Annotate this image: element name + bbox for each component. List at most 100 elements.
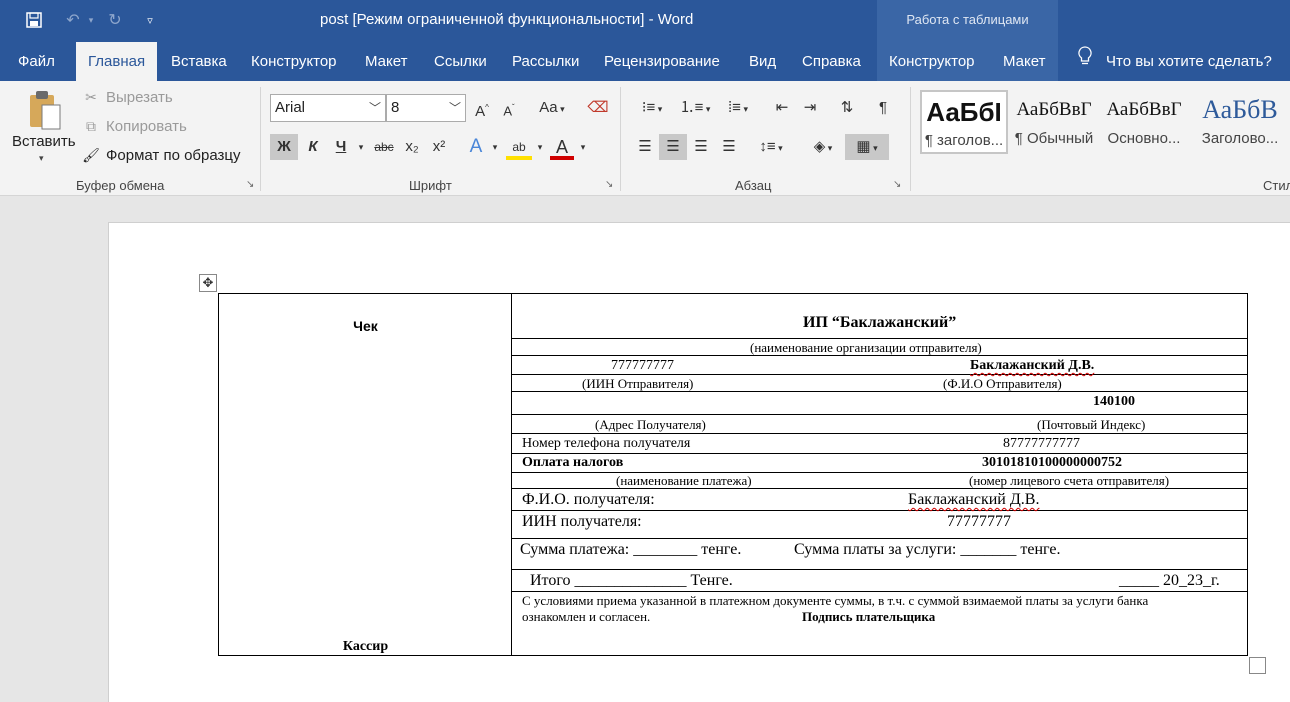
- save-icon[interactable]: [23, 9, 45, 31]
- numbering-button[interactable]: ⒈≡ ▾: [675, 95, 715, 121]
- increase-indent-icon[interactable]: ⇥: [799, 95, 821, 121]
- cheque-label: Чек: [353, 318, 378, 334]
- shrink-font-button[interactable]: Aˇ: [499, 95, 519, 121]
- style-body-text[interactable]: АаБбВвГ Основно...: [1100, 90, 1188, 154]
- subscript-button[interactable]: x₂: [401, 134, 423, 160]
- group-divider: [620, 87, 621, 191]
- style-name: ¶ Обычный: [1014, 130, 1094, 147]
- text-effects-dropdown-icon[interactable]: ▾: [489, 134, 501, 160]
- sender-iin[interactable]: 777777777: [611, 358, 674, 374]
- lightbulb-icon: [1074, 42, 1096, 81]
- tab-table-layout[interactable]: Макет: [991, 42, 1057, 81]
- table-move-handle-icon[interactable]: ✥: [199, 274, 217, 292]
- show-formatting-marks-icon[interactable]: ¶: [872, 95, 894, 121]
- borders-button[interactable]: ▦ ▾: [845, 134, 889, 160]
- copy-button[interactable]: ⧉ Копировать: [82, 118, 187, 135]
- organization-name[interactable]: ИП “Баклажанский”: [803, 314, 956, 332]
- customize-quick-access-icon[interactable]: ▿: [139, 9, 161, 31]
- recipient-iin[interactable]: 77777777: [947, 513, 1011, 531]
- font-size-value: 8: [391, 99, 400, 116]
- underline-button[interactable]: Ч: [330, 134, 352, 160]
- payment-caption: (наименование платежа): [616, 473, 752, 488]
- address-caption: (Адрес Получателя): [595, 417, 706, 432]
- font-size-dropdown[interactable]: 8 ﹀: [386, 94, 466, 122]
- table-resize-handle-icon[interactable]: [1249, 657, 1266, 674]
- italic-button[interactable]: К: [302, 134, 324, 160]
- account-number[interactable]: 30101810100000000752: [982, 455, 1122, 471]
- tab-mailings[interactable]: Рассылки: [500, 42, 591, 81]
- organization-caption: (наименование организации отправителя): [750, 340, 982, 355]
- row-divider: [512, 374, 1247, 375]
- change-case-button[interactable]: Aa ▾: [535, 95, 569, 121]
- tab-table-design[interactable]: Конструктор: [877, 42, 987, 81]
- text-effects-button[interactable]: A: [464, 134, 488, 160]
- style-normal[interactable]: АаБбВвГ ¶ Обычный: [1010, 90, 1098, 154]
- decrease-indent-icon[interactable]: ⇤: [771, 95, 793, 121]
- font-color-button[interactable]: A: [550, 134, 574, 160]
- clear-formatting-icon[interactable]: ⌫: [586, 95, 610, 121]
- group-divider: [910, 87, 911, 191]
- date-line[interactable]: _____ 20_23_г.: [1119, 572, 1220, 590]
- tab-view[interactable]: Вид: [737, 42, 788, 81]
- paragraph-launcher-icon[interactable]: ↘: [893, 179, 901, 190]
- change-case-icon: Aa: [539, 99, 558, 116]
- justify-icon[interactable]: ☰: [716, 134, 742, 160]
- highlight-button[interactable]: ab: [506, 134, 532, 160]
- postal-code[interactable]: 140100: [1093, 394, 1135, 410]
- row-divider: [512, 433, 1247, 434]
- tab-layout[interactable]: Макет: [353, 42, 419, 81]
- total-line[interactable]: Итого ______________ Тенге.: [530, 572, 733, 590]
- format-painter-button[interactable]: 🖌 Формат по образцу: [82, 147, 240, 164]
- row-divider: [512, 338, 1247, 339]
- grow-font-button[interactable]: A^: [472, 95, 492, 121]
- payment-name[interactable]: Оплата налогов: [522, 455, 623, 471]
- tab-help[interactable]: Справка: [790, 42, 873, 81]
- tab-design[interactable]: Конструктор: [239, 42, 349, 81]
- line-spacing-button[interactable]: ↕≡ ▾: [753, 134, 789, 160]
- payment-sum-line[interactable]: Сумма платежа: ________ тенге.: [520, 541, 741, 559]
- paste-icon[interactable]: [26, 89, 62, 133]
- undo-dropdown-icon[interactable]: ▾: [80, 9, 102, 31]
- tab-review[interactable]: Рецензирование: [592, 42, 732, 81]
- sender-name[interactable]: Баклажанский Д.В.: [970, 358, 1094, 374]
- tab-file[interactable]: Файл: [6, 42, 67, 81]
- align-right-icon[interactable]: ☰: [688, 134, 714, 160]
- style-heading-1[interactable]: АаБбВ Заголово...: [1190, 90, 1290, 154]
- strikethrough-button[interactable]: abc: [371, 134, 397, 160]
- bold-button[interactable]: Ж: [270, 134, 298, 160]
- cheque-column[interactable]: Чек Кассир: [219, 294, 512, 655]
- align-left-icon[interactable]: ☰: [632, 134, 658, 160]
- font-name-dropdown[interactable]: Arial ﹀: [270, 94, 386, 122]
- cut-button[interactable]: ✂ Вырезать: [82, 89, 173, 106]
- sender-name-caption: (Ф.И.О Отправителя): [943, 376, 1062, 391]
- tell-me-search[interactable]: Что вы хотите сделать?: [1074, 42, 1272, 81]
- recipient-name[interactable]: Баклажанский Д.В.: [908, 491, 1039, 509]
- tab-insert[interactable]: Вставка: [159, 42, 239, 81]
- multilevel-list-button[interactable]: ⁞≡ ▾: [718, 95, 758, 121]
- redo-icon[interactable]: ↻: [104, 9, 126, 31]
- bullets-button[interactable]: ⁝≡ ▾: [632, 95, 672, 121]
- sort-icon[interactable]: ⇅: [836, 95, 858, 121]
- highlight-dropdown-icon[interactable]: ▾: [534, 134, 546, 160]
- tab-home[interactable]: Главная: [76, 42, 158, 81]
- paste-dropdown-icon[interactable]: ▾: [39, 153, 44, 164]
- phone-value[interactable]: 87777777777: [1003, 436, 1080, 452]
- clipboard-group-label: Буфер обмена: [76, 178, 165, 193]
- shading-button[interactable]: ◈ ▾: [805, 134, 841, 160]
- style-heading[interactable]: АаБбI ¶ заголов...: [920, 90, 1008, 154]
- row-divider: [512, 453, 1247, 454]
- terms-text: С условиями приема указанной в платежном…: [522, 593, 1149, 608]
- payer-signature-label: Подпись плательщика: [802, 609, 936, 624]
- align-center-icon[interactable]: ☰: [659, 134, 687, 160]
- underline-dropdown-icon[interactable]: ▾: [355, 134, 367, 160]
- font-color-dropdown-icon[interactable]: ▾: [577, 134, 589, 160]
- font-launcher-icon[interactable]: ↘: [605, 179, 613, 190]
- clipboard-launcher-icon[interactable]: ↘: [246, 179, 254, 190]
- style-preview: АаБбВвГ: [1016, 99, 1092, 120]
- tab-references[interactable]: Ссылки: [422, 42, 499, 81]
- payment-form-table[interactable]: Чек Кассир ИП “Баклажанский” (наименован…: [218, 293, 1248, 656]
- recipient-name-label: Ф.И.О. получателя:: [522, 491, 655, 508]
- superscript-button[interactable]: x²: [428, 134, 450, 160]
- paste-button[interactable]: Вставить: [12, 133, 76, 150]
- service-fee-line[interactable]: Сумма платы за услуги: _______ тенге.: [794, 541, 1060, 559]
